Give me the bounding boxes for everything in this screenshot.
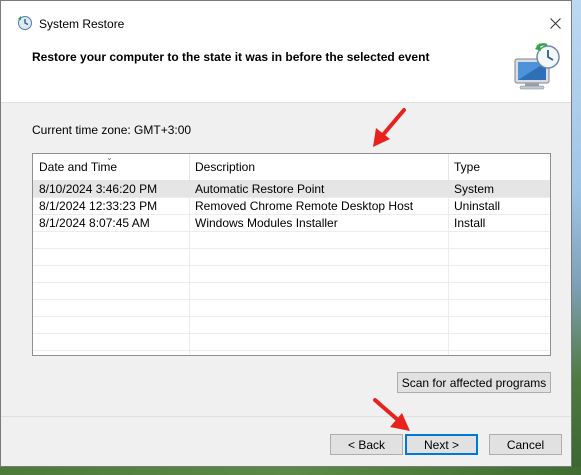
desktop-wallpaper bbox=[572, 0, 581, 475]
cell-description: Automatic Restore Point bbox=[195, 182, 325, 196]
table-row[interactable]: 8/1/2024 8:07:45 AM Windows Modules Inst… bbox=[33, 215, 550, 232]
column-header-description[interactable]: Description bbox=[189, 154, 448, 180]
column-label-date: Date and Time bbox=[39, 160, 118, 174]
cell-description: Removed Chrome Remote Desktop Host bbox=[195, 199, 414, 213]
footer-divider bbox=[1, 416, 571, 417]
restore-points-list[interactable]: ⌄ Date and Time Description Type 8/10/20… bbox=[32, 153, 551, 356]
empty-row bbox=[33, 300, 550, 317]
annotation-arrow-icon bbox=[373, 108, 406, 147]
list-header: ⌄ Date and Time Description Type bbox=[33, 154, 550, 181]
cancel-button[interactable]: Cancel bbox=[489, 434, 562, 455]
system-restore-window: System Restore Restore your computer to … bbox=[0, 0, 572, 467]
cell-date: 8/1/2024 12:33:23 PM bbox=[39, 199, 158, 213]
close-icon bbox=[549, 17, 561, 29]
close-button[interactable] bbox=[545, 13, 565, 33]
column-header-type[interactable]: Type bbox=[448, 154, 550, 180]
window-title: System Restore bbox=[39, 17, 125, 31]
column-label-type: Type bbox=[454, 160, 481, 174]
title-bar: System Restore bbox=[1, 1, 571, 31]
annotation-arrow-icon bbox=[373, 398, 410, 431]
empty-row bbox=[33, 232, 550, 249]
table-row[interactable]: 8/10/2024 3:46:20 PM Automatic Restore P… bbox=[33, 181, 550, 198]
next-button[interactable]: Next > bbox=[405, 434, 478, 455]
wizard-header: Restore your computer to the state it wa… bbox=[1, 31, 571, 103]
desktop-wallpaper-bottom bbox=[0, 467, 581, 475]
cell-date: 8/10/2024 3:46:20 PM bbox=[39, 182, 158, 196]
back-button[interactable]: < Back bbox=[330, 434, 403, 455]
page-heading: Restore your computer to the state it wa… bbox=[32, 50, 430, 64]
cell-type: Install bbox=[454, 216, 486, 230]
cell-date: 8/1/2024 8:07:45 AM bbox=[39, 216, 150, 230]
list-rows: 8/10/2024 3:46:20 PM Automatic Restore P… bbox=[33, 181, 550, 351]
empty-row bbox=[33, 334, 550, 351]
sort-down-icon: ⌄ bbox=[106, 153, 113, 162]
column-header-date[interactable]: ⌄ Date and Time bbox=[33, 154, 189, 180]
empty-row bbox=[33, 317, 550, 334]
scan-affected-programs-button[interactable]: Scan for affected programs bbox=[397, 372, 551, 393]
system-restore-icon bbox=[18, 16, 32, 30]
empty-row bbox=[33, 283, 550, 300]
empty-row bbox=[33, 249, 550, 266]
cell-type: Uninstall bbox=[454, 199, 501, 213]
timezone-label: Current time zone: GMT+3:00 bbox=[32, 123, 192, 137]
empty-row bbox=[33, 266, 550, 283]
table-row[interactable]: 8/1/2024 12:33:23 PM Removed Chrome Remo… bbox=[33, 198, 550, 215]
restore-computer-icon bbox=[514, 43, 560, 90]
cell-type: System bbox=[454, 182, 495, 196]
cell-description: Windows Modules Installer bbox=[195, 216, 338, 230]
column-label-description: Description bbox=[195, 160, 256, 174]
